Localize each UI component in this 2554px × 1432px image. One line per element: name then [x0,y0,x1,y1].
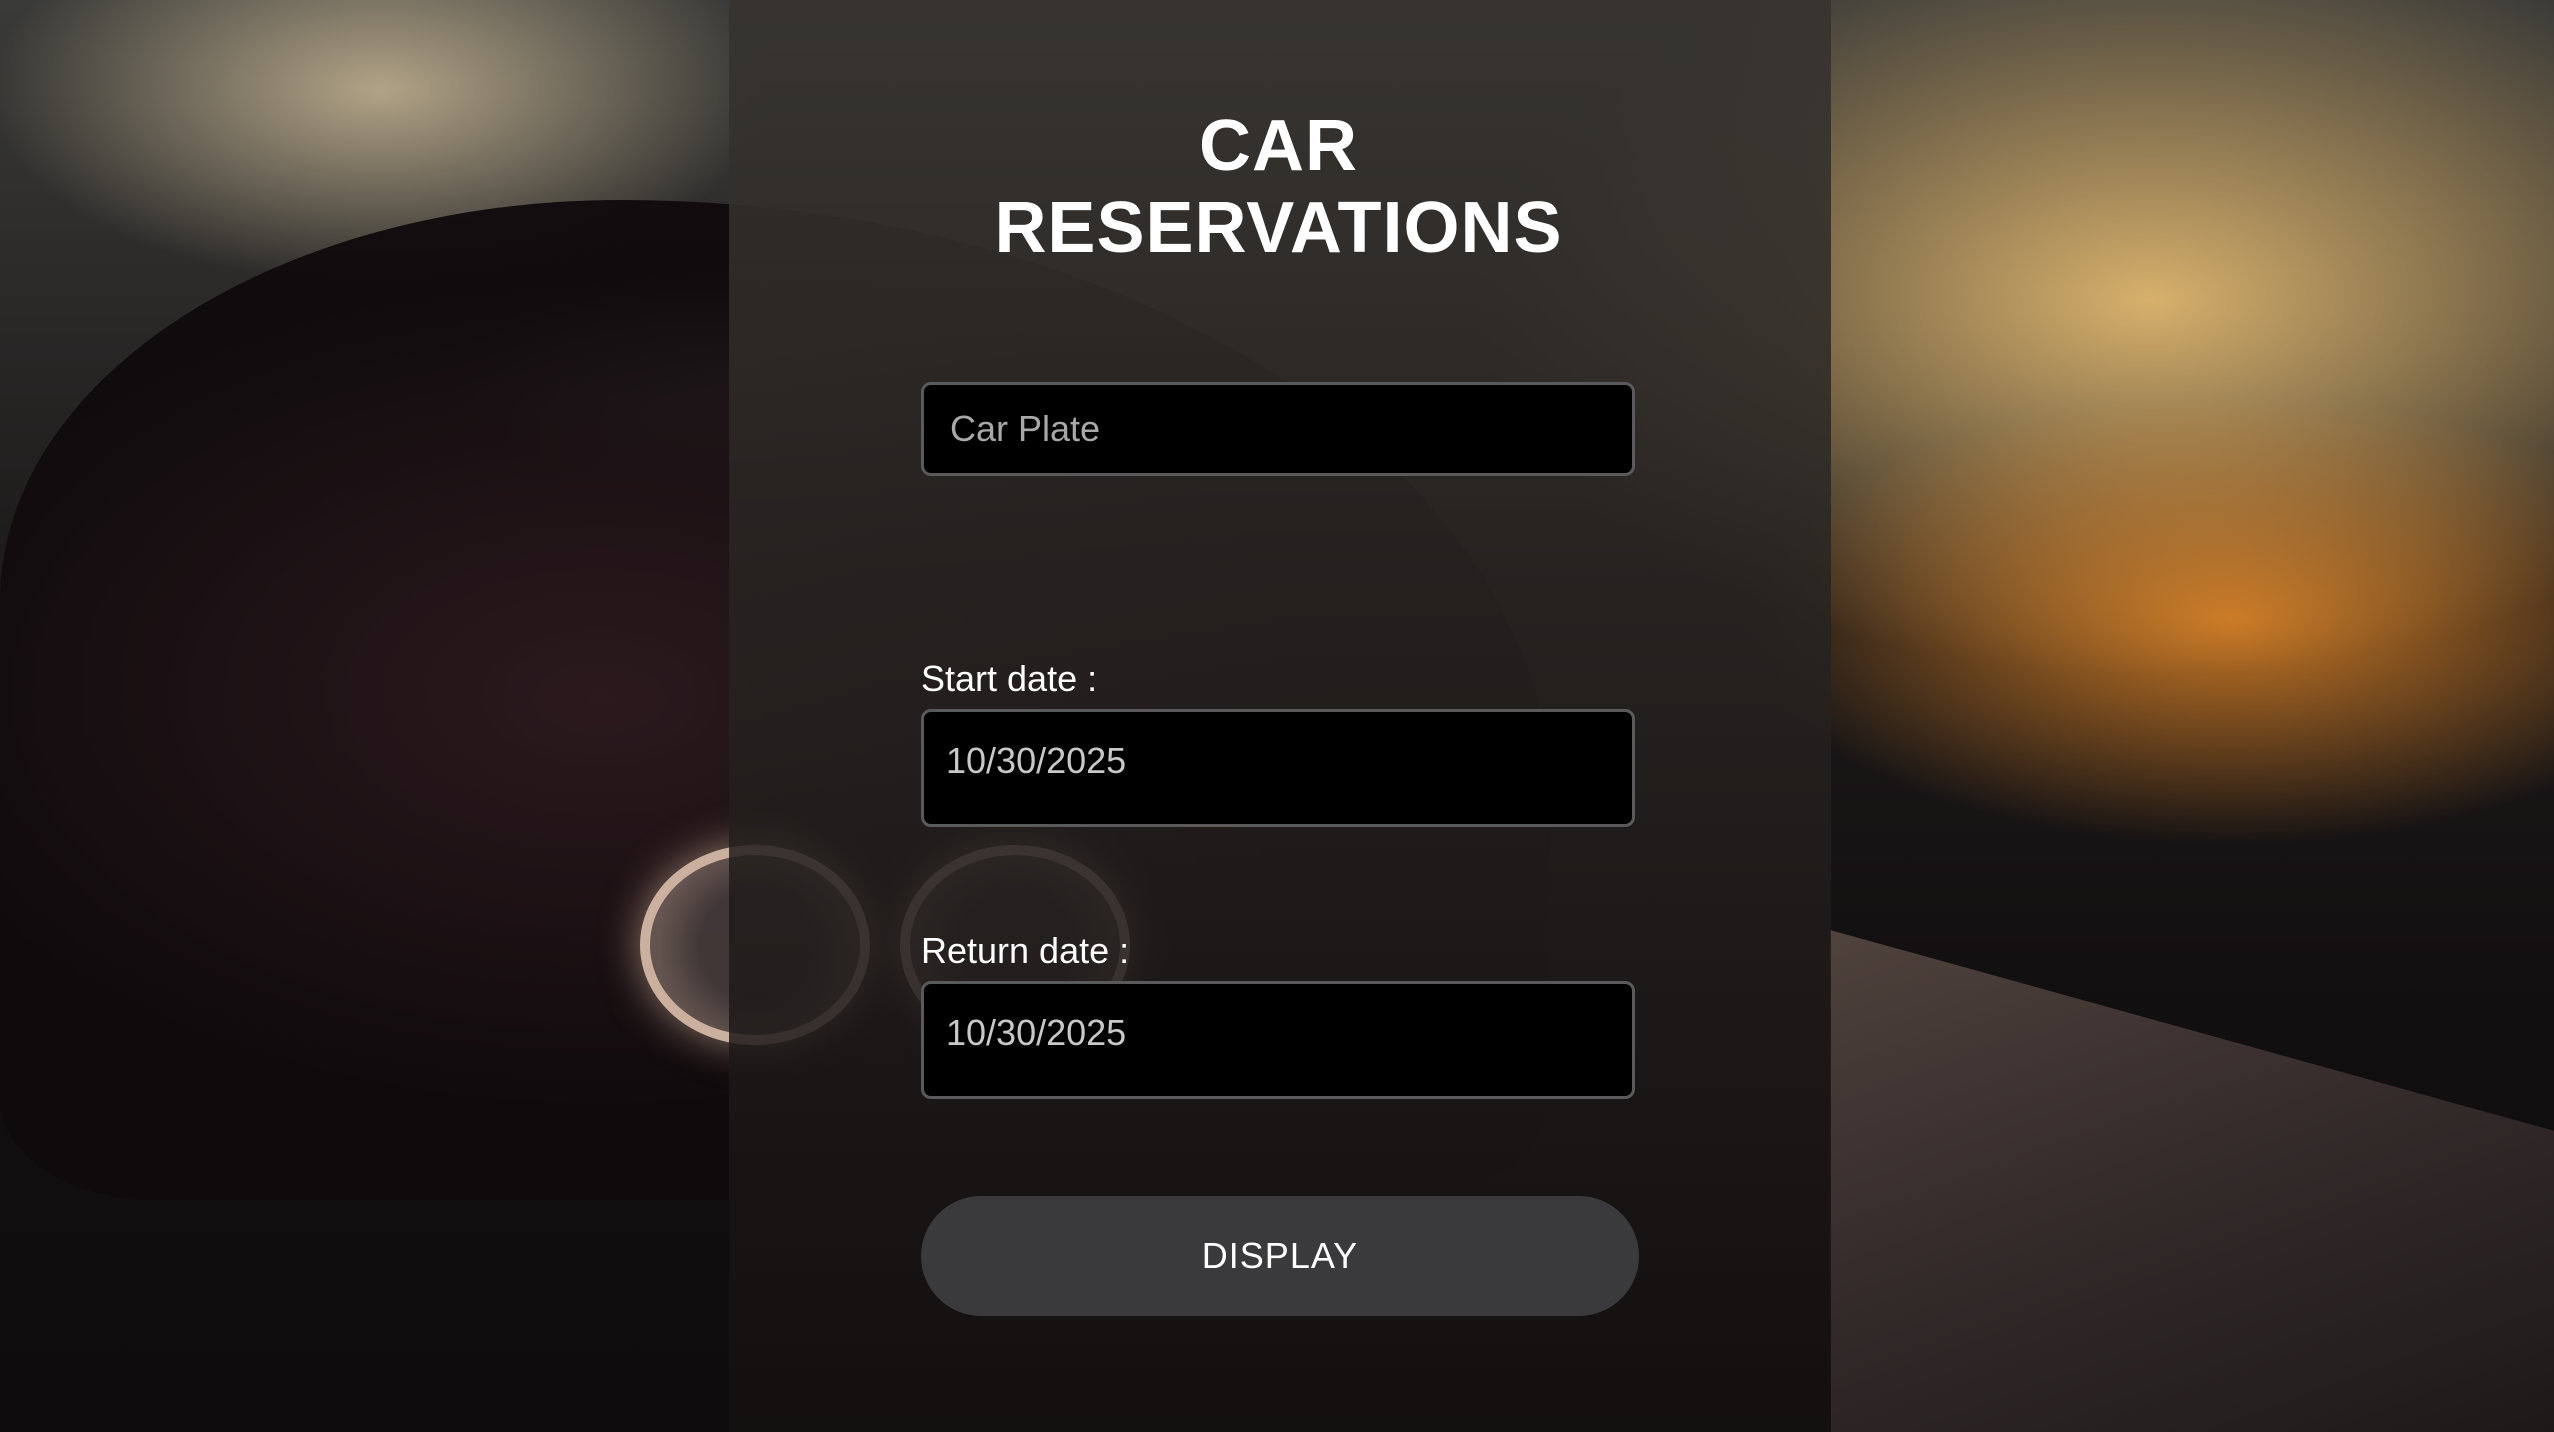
car-plate-placeholder: Car Plate [950,408,1101,449]
start-date-value: 10/30/2025 [946,740,1127,781]
return-date-value: 10/30/2025 [946,1012,1127,1053]
background-road [1830,930,2554,1432]
start-date-label: Start date : [921,658,1098,699]
car-plate-input[interactable]: Car Plate [921,382,1635,476]
return-date-input[interactable]: 10/30/2025 [921,981,1635,1099]
page-title: CAR RESERVATIONS [994,106,1563,268]
start-date-input[interactable]: 10/30/2025 [921,709,1635,827]
display-button[interactable]: DISPLAY [921,1196,1639,1316]
display-button-label: DISPLAY [1201,1235,1359,1276]
return-date-label: Return date : [921,930,1130,971]
